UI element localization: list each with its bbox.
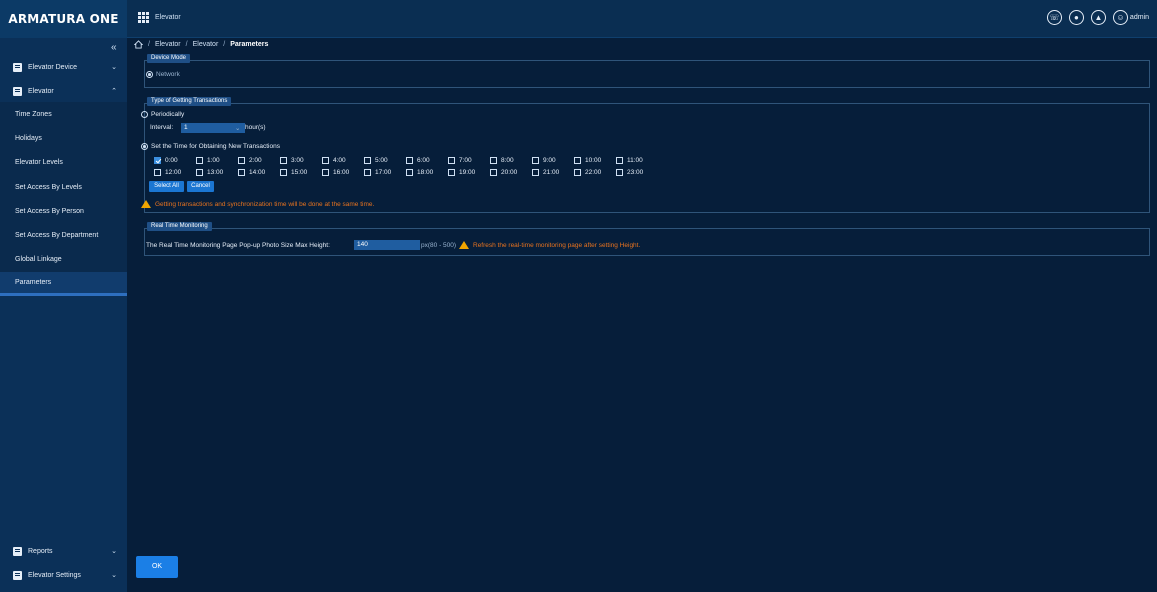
sidebar-group-label: Elevator Device [28, 63, 78, 71]
breadcrumb-item[interactable]: Elevator [193, 41, 219, 48]
collapse-sidebar-icon[interactable]: « [111, 42, 117, 53]
hour-checkbox[interactable]: 14:00 [238, 169, 280, 176]
breadcrumb: / Elevator / Elevator / Parameters [134, 40, 268, 49]
hour-checkbox[interactable]: 7:00 [448, 157, 490, 164]
hour-checkbox[interactable]: 17:00 [364, 169, 406, 176]
hour-checkbox[interactable]: 10:00 [574, 157, 616, 164]
user-name: admin [1129, 14, 1149, 21]
sidebar-group-label: Reports [28, 547, 53, 555]
sidebar-item-set-access-by-department[interactable]: Set Access By Department [0, 223, 127, 247]
sidebar-item-elevator-levels[interactable]: Elevator Levels [0, 151, 127, 175]
hour-checkbox[interactable]: 11:00 [616, 157, 658, 164]
radio-icon [141, 143, 148, 150]
sidebar-group-label: Elevator Settings [28, 571, 81, 579]
top-icons: ☏ ● ▲ ☺ admin [1046, 10, 1149, 25]
max-height-unit: px(80 - 500) [421, 242, 457, 249]
hour-checkbox[interactable]: 15:00 [280, 169, 322, 176]
hour-checkbox[interactable]: 21:00 [532, 169, 574, 176]
realtime-warning: Refresh the real-time monitoring page af… [459, 241, 640, 249]
ok-button[interactable]: OK [136, 556, 178, 578]
network-radio[interactable]: Network [146, 71, 180, 78]
hour-checkbox[interactable]: 8:00 [490, 157, 532, 164]
hour-checkbox[interactable]: 5:00 [364, 157, 406, 164]
sidebar-item-parameters[interactable]: Parameters [0, 272, 127, 297]
interval-dropdown-icon[interactable]: ⌄ [235, 124, 240, 132]
periodically-radio[interactable]: Periodically [141, 111, 184, 118]
sidebar: « Elevator Device ⌄ Elevator ⌃ Time Zone… [0, 38, 127, 592]
hour-checkbox[interactable]: 6:00 [406, 157, 448, 164]
hour-checkbox[interactable]: 4:00 [322, 157, 364, 164]
hour-checkbox[interactable]: 22:00 [574, 169, 616, 176]
hour-checkbox[interactable]: 23:00 [616, 169, 658, 176]
module-switcher[interactable]: Elevator [138, 12, 181, 23]
hour-checkbox[interactable]: 0:00 [154, 157, 196, 164]
chevron-up-icon: ⌃ [111, 88, 117, 95]
hour-checkbox[interactable]: 13:00 [196, 169, 238, 176]
sidebar-item-set-access-by-levels[interactable]: Set Access By Levels [0, 175, 127, 199]
top-bar: ARMATURA ONE Elevator ☏ ● ▲ ☺ admin [0, 0, 1157, 38]
reports-icon [13, 546, 22, 556]
radio-icon [146, 71, 153, 78]
sidebar-group-elevator-device[interactable]: Elevator Device ⌄ [0, 55, 127, 79]
chevron-down-icon: ⌄ [111, 548, 117, 555]
interval-label: Interval: [150, 124, 174, 131]
sidebar-bottom: Reports ⌄ Elevator Settings ⌄ [0, 532, 127, 592]
hour-checkbox-row-2: 12:00 13:00 14:00 15:00 16:00 17:00 18:0… [154, 169, 658, 176]
sidebar-group-reports[interactable]: Reports ⌄ [0, 539, 127, 563]
sidebar-item-holidays[interactable]: Holidays [0, 126, 127, 150]
realtime-title: Real Time Monitoring [147, 222, 212, 231]
elevator-submenu: Time Zones Holidays Elevator Levels Set … [0, 102, 127, 297]
transactions-title: Type of Getting Transactions [147, 97, 232, 106]
hour-checkbox[interactable]: 16:00 [322, 169, 364, 176]
chevron-down-icon: ⌄ [111, 572, 117, 579]
set-time-label: Set the Time for Obtaining New Transacti… [151, 143, 280, 151]
warning-icon [141, 200, 151, 208]
cancel-button[interactable]: Cancel [187, 181, 214, 192]
sidebar-group-label: Elevator [28, 87, 54, 95]
brand-logo[interactable]: ARMATURA ONE [0, 0, 127, 38]
hour-checkbox[interactable]: 18:00 [406, 169, 448, 176]
max-height-label: The Real Time Monitoring Page Pop-up Pho… [146, 242, 330, 249]
network-label: Network [156, 71, 180, 79]
device-mode-section [144, 60, 1150, 88]
breadcrumb-item[interactable]: Elevator [155, 41, 181, 48]
user-menu[interactable]: ☺ admin [1112, 10, 1149, 25]
sidebar-item-time-zones[interactable]: Time Zones [0, 102, 127, 126]
radio-icon [141, 111, 148, 118]
sidebar-item-global-linkage[interactable]: Global Linkage [0, 248, 127, 272]
user-avatar-icon: ☺ [1112, 10, 1128, 25]
transactions-warning: Getting transactions and synchronization… [141, 200, 374, 208]
interval-unit: hour(s) [245, 124, 266, 131]
hour-checkbox-row-1: 0:00 1:00 2:00 3:00 4:00 5:00 6:00 7:00 … [154, 157, 658, 164]
help-desk-icon[interactable]: ☏ [1046, 10, 1062, 25]
max-height-input[interactable]: 140 [354, 240, 420, 250]
chevron-down-icon: ⌄ [111, 64, 117, 71]
checkbox-checked-icon [154, 157, 161, 164]
sidebar-group-elevator[interactable]: Elevator ⌃ [0, 79, 127, 103]
apps-grid-icon [138, 12, 149, 23]
hour-checkbox[interactable]: 20:00 [490, 169, 532, 176]
sidebar-group-elevator-settings[interactable]: Elevator Settings ⌄ [0, 563, 127, 587]
alarm-icon[interactable]: ▲ [1090, 10, 1106, 25]
elevator-settings-icon [13, 570, 22, 580]
elevator-icon [13, 86, 22, 96]
set-time-radio[interactable]: Set the Time for Obtaining New Transacti… [141, 143, 280, 150]
breadcrumb-current: Parameters [230, 41, 269, 48]
main-content: / Elevator / Elevator / Parameters Devic… [127, 38, 1157, 592]
hour-checkbox[interactable]: 19:00 [448, 169, 490, 176]
sidebar-item-set-access-by-person[interactable]: Set Access By Person [0, 199, 127, 223]
hour-checkbox[interactable]: 1:00 [196, 157, 238, 164]
notification-bell-icon[interactable]: ● [1068, 10, 1084, 25]
warning-icon [459, 241, 469, 249]
device-mode-title: Device Mode [147, 54, 191, 63]
hour-checkbox[interactable]: 3:00 [280, 157, 322, 164]
module-name: Elevator [155, 14, 181, 21]
hour-checkbox[interactable]: 9:00 [532, 157, 574, 164]
periodically-label: Periodically [151, 111, 185, 119]
home-icon[interactable] [134, 40, 143, 49]
hour-checkbox[interactable]: 2:00 [238, 157, 280, 164]
select-all-button[interactable]: Select All [149, 181, 184, 192]
elevator-device-icon [13, 62, 22, 72]
hour-checkbox[interactable]: 12:00 [154, 169, 196, 176]
